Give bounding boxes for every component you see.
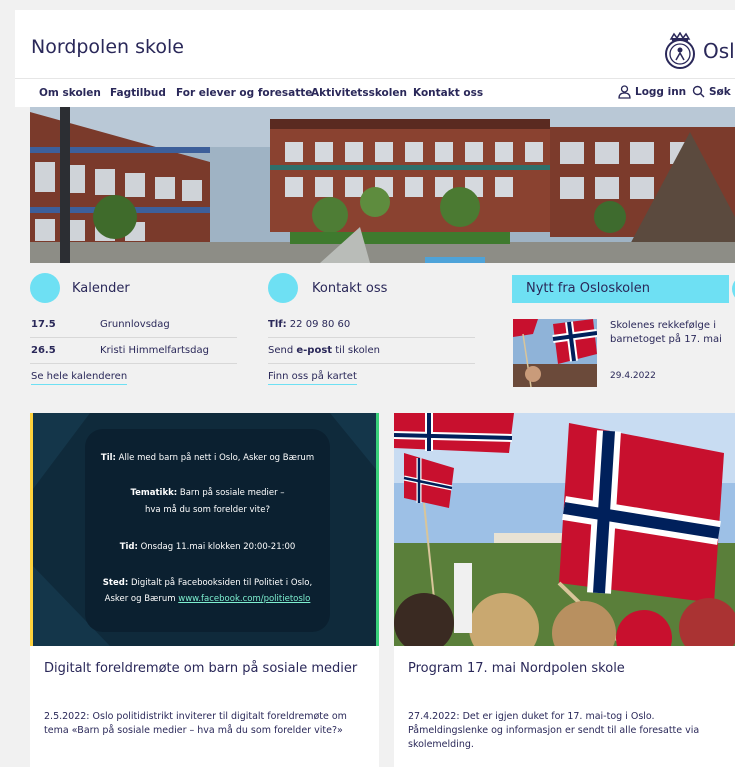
flags-photo [394, 413, 735, 646]
news-thumbnail[interactable] [513, 319, 597, 387]
user-icon [618, 85, 631, 99]
card-text: 27.4.2022: Det er igjen duket for 17. ma… [408, 711, 700, 750]
site-title[interactable]: Nordpolen skole [31, 36, 184, 58]
map-link[interactable]: Finn oss på kartet [268, 371, 357, 385]
news-card-17-mai[interactable]: Program 17. mai Nordpolen skole 27.4.202… [394, 413, 735, 767]
divider [30, 337, 237, 338]
kalender-title: Kalender [72, 280, 130, 296]
school-building-illustration [30, 107, 735, 263]
see-calendar-link[interactable]: Se hele kalenderen [31, 371, 128, 385]
divider [30, 363, 237, 364]
calendar-event-date: 17.5 [31, 319, 56, 330]
kalender-circle [30, 273, 60, 303]
poster-tema-2: hva må du som forelder vite? [145, 505, 270, 515]
page: Nordpolen skole Osl Om skolen Fagtilbud … [15, 0, 735, 767]
nav-item-om-skolen[interactable]: Om skolen [39, 87, 101, 99]
news-card-foreldremote[interactable]: Til: Alle med barn på nett i Oslo, Asker… [30, 413, 379, 767]
card-title[interactable]: Program 17. mai Nordpolen skole [408, 661, 625, 676]
hero-image [30, 107, 735, 263]
card-title[interactable]: Digitalt foreldremøte om barn på sosiale… [44, 661, 357, 676]
kontakt-circle [268, 273, 298, 303]
oslo-logo[interactable]: Osl [663, 32, 735, 70]
poster-tid: Tid: Onsdag 11.mai klokken 20:00-21:00 [119, 542, 296, 552]
poster-sted: Sted: Digitalt på Facebooksiden til Poli… [102, 578, 313, 588]
main-nav: Om skolen Fagtilbud For elever og foresa… [15, 78, 735, 107]
nav-item-for-elever-og-foresatte[interactable]: For elever og foresatte [176, 87, 312, 99]
card-poster-image: Til: Alle med barn på nett i Oslo, Asker… [30, 413, 379, 646]
card-text: 2.5.2022: Oslo politidistrikt inviterer … [44, 711, 347, 736]
calendar-event-name[interactable]: Grunnlovsdag [100, 319, 170, 330]
kalender-header: Kalender [30, 273, 130, 303]
poster-til: Til: Alle med barn på nett i Oslo, Asker… [100, 453, 315, 463]
divider [268, 337, 475, 338]
phone-line[interactable]: Tlf: 22 09 80 60 [268, 319, 350, 330]
card-flag-image [394, 413, 735, 646]
search-icon [692, 85, 705, 98]
calendar-event-date: 26.5 [31, 345, 56, 356]
poster-tema: Tematikk: Barn på sosiale medier – [130, 488, 285, 498]
search-label: Søk [709, 85, 731, 98]
kontakt-header: Kontakt oss [268, 273, 387, 303]
info-section: Kalender 17.5 Grunnlovsdag 26.5 Kristi H… [30, 263, 735, 405]
news-item-title[interactable]: Skolenes rekkefølge i barnetoget på 17. … [610, 319, 732, 347]
calendar-event-name[interactable]: Kristi Himmelfartsdag [100, 345, 209, 356]
logo-text: Osl [703, 39, 735, 63]
divider [268, 363, 475, 364]
poster-sted-2: Asker og Bærum www.facebook.com/politiet… [104, 594, 311, 604]
login-button[interactable]: Logg inn [618, 85, 686, 99]
email-line[interactable]: Send e-post til skolen [268, 345, 380, 356]
nav-item-fagtilbud[interactable]: Fagtilbud [110, 87, 166, 99]
search-button[interactable]: Søk [692, 85, 731, 98]
header: Nordpolen skole Osl [15, 10, 735, 78]
news-item-date: 29.4.2022 [610, 371, 656, 381]
kontakt-title: Kontakt oss [312, 280, 388, 296]
oslo-seal-icon [665, 32, 695, 69]
nytt-header: Nytt fra Osloskolen [512, 275, 729, 303]
login-label: Logg inn [635, 86, 687, 98]
nav-item-kontakt-oss[interactable]: Kontakt oss [413, 87, 483, 99]
nav-item-aktivitetsskolen[interactable]: Aktivitetsskolen [311, 87, 407, 99]
